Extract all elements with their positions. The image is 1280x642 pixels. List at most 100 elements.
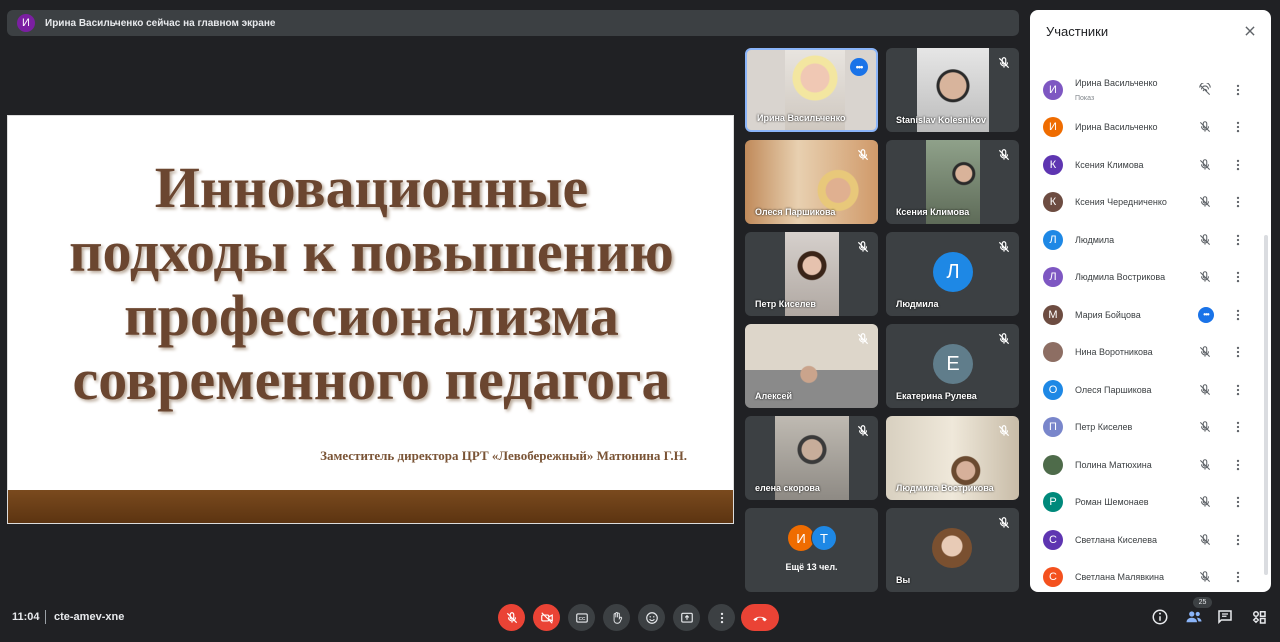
more-participants-tile[interactable]: И Т Ещё 13 чел. [745,508,878,592]
scrollbar[interactable] [1264,235,1268,575]
video-tile[interactable]: Олеся Паршикова [745,140,878,224]
participant-name: Людмила Вострикова [1075,272,1166,282]
tile-avatar: Т [811,525,837,551]
present-button[interactable] [673,604,700,631]
meeting-code: cte-amev-xne [54,611,125,623]
mic-off-icon [998,333,1010,345]
mic-off-icon [998,517,1010,529]
presenting-banner: И Ирина Васильченко сейчас на главном эк… [7,10,1019,36]
mic-off-icon [857,333,869,345]
mic-off-icon[interactable] [1198,570,1212,584]
video-tile[interactable]: Людмила Вострикова [886,416,1019,500]
participant-row[interactable]: К Ксения Климова [1030,146,1271,183]
avatar: С [1043,529,1063,550]
participant-row[interactable]: Полина Матюхина [1030,446,1271,483]
more-vert-icon[interactable] [1233,83,1243,97]
mic-off-icon[interactable] [1198,233,1212,247]
participant-row[interactable]: М Мария Бойцова ••• [1030,296,1271,333]
mic-off-icon[interactable] [1198,533,1212,547]
more-vert-icon[interactable] [1233,308,1243,322]
mic-toggle-button[interactable] [498,604,525,631]
participant-row[interactable]: Нина Воротникова [1030,334,1271,371]
participant-name: Светлана Киселева [1075,534,1157,545]
participant-row[interactable]: И Ирина Васильченко [1030,109,1271,146]
avatar: К [1043,192,1063,212]
more-vert-icon[interactable] [1233,195,1243,209]
participant-row[interactable]: С Светлана Киселева [1030,521,1271,558]
participant-row[interactable]: П Петр Киселев [1030,409,1271,446]
people-icon[interactable] [1185,608,1203,626]
captions-button[interactable]: CC [568,604,595,631]
tile-avatar: Л [933,252,973,292]
leave-call-button[interactable] [741,604,779,631]
more-vert-icon[interactable] [1233,120,1243,134]
mic-off-icon[interactable] [1198,120,1212,134]
hang-up-icon [753,616,767,621]
activities-icon[interactable] [1250,608,1268,626]
more-participants-label: Ещё 13 чел. [785,562,838,572]
more-vert-icon[interactable] [1233,270,1243,284]
more-vert-icon[interactable] [1233,458,1243,472]
camera-toggle-button[interactable] [533,604,560,631]
participant-name: Мария Бойцова [1075,309,1141,320]
mic-off-icon[interactable] [1198,495,1212,509]
participant-name: Петр Киселев [1075,422,1133,432]
mic-off-icon[interactable] [1198,420,1212,434]
mic-off-icon [998,57,1010,69]
raise-hand-button[interactable] [603,604,630,631]
more-vert-icon[interactable] [1233,345,1243,359]
close-icon[interactable] [1243,24,1257,38]
video-tile[interactable]: ••• Ирина Васильченко [745,48,878,132]
mic-off-icon[interactable] [1198,458,1212,472]
slide-title-line: подходы к повышению [69,219,674,284]
avatar: И [1043,117,1063,137]
participant-name: Полина Матюхина [1075,459,1152,470]
self-video-tile[interactable]: Вы [886,508,1019,592]
participant-row[interactable]: К Ксения Чередниченко [1030,184,1271,221]
emoji-button[interactable] [638,604,665,631]
participant-row[interactable]: Р Роман Шемонаев [1030,484,1271,521]
avatar: Р [1043,492,1063,512]
mic-off-icon[interactable] [1198,383,1212,397]
mic-off-icon[interactable] [1198,345,1212,359]
video-tile[interactable]: Алексей [745,324,878,408]
presenting-off-icon [1199,82,1211,95]
more-vert-icon[interactable] [1233,495,1243,509]
participant-name: Ксения Чередниченко [1075,197,1167,207]
participant-name: Роман Шемонаев [1075,497,1149,507]
tile-avatar: Е [933,344,973,384]
video-tile[interactable]: Л Людмила [886,232,1019,316]
tile-name: Екатерина Рулева [896,391,977,401]
panel-title: Участники [1046,24,1109,39]
more-vert-icon[interactable] [1233,570,1243,584]
info-icon[interactable] [1151,608,1169,626]
participant-name: Олеся Паршикова [1075,384,1152,395]
bottom-toolbar: 11:04 cte-amev-xne CC 25 [0,597,1280,642]
video-tile[interactable]: елена скорова [745,416,878,500]
participant-name: Светлана Малявкина [1075,572,1164,582]
video-tile[interactable]: Е Екатерина Рулева [886,324,1019,408]
mic-off-icon[interactable] [1198,158,1212,172]
more-vert-icon[interactable] [1233,158,1243,172]
more-vert-icon[interactable] [1233,233,1243,247]
participant-row[interactable]: С Светлана Малявкина [1030,559,1271,593]
avatar [1043,454,1063,475]
chat-icon[interactable] [1216,608,1234,626]
participant-row[interactable]: Л Людмила Вострикова [1030,259,1271,296]
more-vert-icon[interactable] [1233,383,1243,397]
more-vert-icon [720,612,723,623]
participant-name: Людмила [1075,234,1115,245]
mic-off-icon[interactable] [1198,270,1212,284]
mic-off-icon[interactable] [1198,195,1212,209]
video-tile[interactable]: Петр Киселев [745,232,878,316]
participant-row[interactable]: О Олеся Паршикова [1030,371,1271,408]
more-options-icon[interactable]: ••• [850,58,868,76]
more-vert-icon[interactable] [1233,420,1243,434]
slide-title-line: Инновационные [154,155,589,220]
participant-row[interactable]: Л Людмила [1030,221,1271,258]
participant-row[interactable]: И Ирина Васильченко Показ [1030,71,1271,108]
video-tile[interactable]: Stanislav Kolesnikov [886,48,1019,132]
more-options-button[interactable] [708,604,735,631]
more-vert-icon[interactable] [1233,533,1243,547]
video-tile[interactable]: Ксения Климова [886,140,1019,224]
